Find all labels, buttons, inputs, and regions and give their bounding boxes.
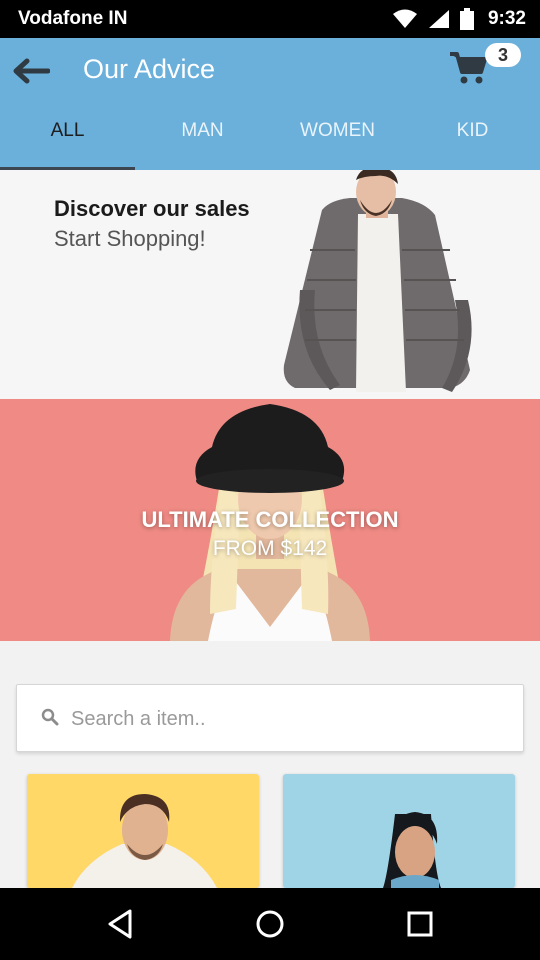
search-icon	[41, 708, 59, 726]
page-title: Our Advice	[83, 54, 216, 84]
status-bar: Vodafone IN 9:32	[0, 0, 540, 38]
battery-icon	[459, 8, 474, 30]
wifi-icon	[392, 9, 417, 28]
signal-icon	[428, 10, 449, 28]
category-tabs: ALL MAN WOMEN KID	[0, 98, 540, 170]
product-card[interactable]	[283, 774, 515, 888]
search-box	[16, 684, 524, 753]
nav-home-icon[interactable]	[250, 906, 290, 942]
cart-count-badge: 3	[485, 43, 521, 67]
tab-kid[interactable]: KID	[405, 98, 540, 170]
tab-man[interactable]: MAN	[135, 98, 270, 170]
man-model-image	[283, 170, 472, 392]
sales-banner[interactable]: Discover our sales Start Shopping!	[0, 170, 540, 399]
system-nav-bar	[0, 888, 540, 960]
status-icons: 9:32	[392, 7, 526, 31]
product-card[interactable]	[27, 774, 259, 888]
collection-banner[interactable]: ULTIMATE COLLECTION FROM $142	[0, 399, 540, 641]
collection-price: FROM $142	[212, 537, 328, 560]
product-man-image	[72, 794, 217, 888]
sales-banner-subtitle: Start Shopping!	[54, 226, 206, 251]
clock: 9:32	[487, 8, 526, 29]
back-arrow-icon[interactable]	[10, 56, 50, 86]
nav-recents-icon[interactable]	[400, 906, 440, 942]
sales-banner-title: Discover our sales	[54, 196, 250, 221]
tab-all[interactable]: ALL	[0, 98, 135, 170]
nav-back-icon[interactable]	[100, 906, 140, 942]
collection-title: ULTIMATE COLLECTION	[141, 507, 399, 532]
carrier-name: Vodafone IN	[18, 8, 128, 29]
cart-icon[interactable]	[448, 50, 488, 86]
app-bar: Our Advice 3 ALL MAN WOMEN KID	[0, 38, 540, 170]
search-input[interactable]	[69, 685, 513, 753]
tab-women[interactable]: WOMEN	[270, 98, 405, 170]
product-woman-image	[383, 812, 441, 888]
